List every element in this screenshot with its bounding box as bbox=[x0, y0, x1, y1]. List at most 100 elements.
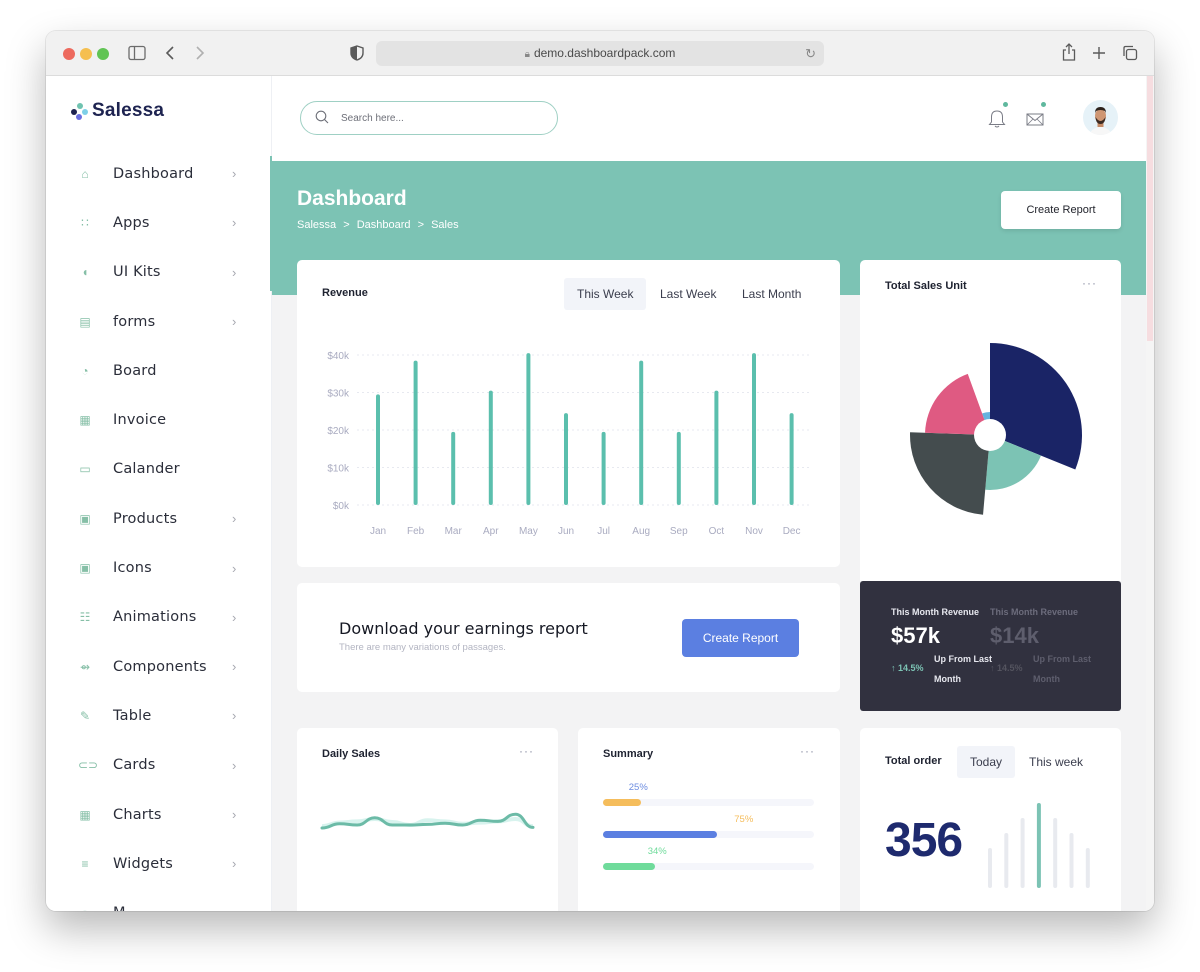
progress-label: 34% bbox=[647, 846, 667, 857]
bar-nov[interactable] bbox=[752, 353, 756, 505]
order-bar bbox=[1085, 848, 1090, 888]
bar-jul[interactable] bbox=[601, 431, 606, 505]
chevron-right-icon: › bbox=[232, 215, 237, 231]
total-sales-polar-chart bbox=[910, 343, 1082, 515]
share-icon[interactable] bbox=[1062, 43, 1076, 61]
total-order-card: Total order Today This week 356 bbox=[860, 728, 1121, 911]
x-tick-label: Mar bbox=[445, 526, 463, 537]
bar-sep[interactable] bbox=[676, 431, 681, 505]
y-tick-label: $30k bbox=[327, 389, 350, 400]
sidebar-item-label: Charts bbox=[113, 806, 162, 823]
forms-icon: ▤ bbox=[79, 314, 91, 329]
maximize-window-button[interactable] bbox=[97, 48, 109, 60]
more-options-icon[interactable]: ··· bbox=[800, 744, 815, 758]
brand-name: Salessa bbox=[92, 100, 165, 121]
create-report-button[interactable]: Create Report bbox=[1001, 191, 1121, 229]
scrollbar-thumb[interactable] bbox=[1147, 76, 1153, 341]
forward-icon[interactable] bbox=[194, 45, 206, 61]
close-window-button[interactable] bbox=[63, 48, 75, 60]
sidebar-item-cards[interactable]: ⊂⊃ Cards › bbox=[46, 741, 272, 790]
bar-oct[interactable] bbox=[714, 390, 719, 505]
tab-today[interactable]: Today bbox=[957, 746, 1016, 778]
privacy-shield-icon[interactable] bbox=[350, 45, 364, 61]
bar-mar[interactable] bbox=[451, 431, 456, 505]
sidebar-item-widgets[interactable]: ≡ Widgets › bbox=[46, 839, 272, 888]
sidebar-item-dashboard[interactable]: ⌂ Dashboard › bbox=[46, 149, 272, 198]
search-box[interactable] bbox=[300, 101, 558, 135]
progress-track bbox=[603, 799, 814, 806]
logo[interactable]: Salessa bbox=[70, 100, 164, 122]
tab-this-week[interactable]: This week bbox=[1016, 746, 1096, 778]
x-tick-label: Sep bbox=[670, 526, 688, 537]
x-tick-label: Jan bbox=[370, 526, 386, 537]
sidebar-item-charts[interactable]: ▦ Charts › bbox=[46, 790, 272, 839]
chevron-right-icon: › bbox=[232, 659, 237, 675]
bell-icon[interactable] bbox=[987, 109, 1007, 129]
x-tick-label: Oct bbox=[709, 526, 725, 537]
invoice-icon: ▦ bbox=[79, 413, 91, 428]
minimize-window-button[interactable] bbox=[80, 48, 92, 60]
sidebar-item-board[interactable]: ◔ Board bbox=[46, 346, 272, 395]
earnings-create-report-button[interactable]: Create Report bbox=[682, 619, 799, 657]
breadcrumb: Salessa > Dashboard > Sales bbox=[297, 219, 463, 231]
search-input[interactable] bbox=[341, 108, 541, 128]
sidebar-item-label: Animations bbox=[113, 609, 197, 626]
chevron-right-icon: › bbox=[232, 757, 237, 773]
bar-feb[interactable] bbox=[413, 360, 418, 505]
x-tick-label: Aug bbox=[632, 526, 650, 537]
sidebar-item-forms[interactable]: ▤ forms › bbox=[46, 297, 272, 346]
order-bar bbox=[1036, 803, 1041, 888]
progress-fill bbox=[603, 831, 717, 838]
charts-icon: ▦ bbox=[79, 807, 91, 822]
progress-track bbox=[603, 831, 814, 838]
y-tick-label: $0k bbox=[333, 501, 350, 512]
polar-center-hole bbox=[974, 419, 1006, 451]
sidebar-item-calander[interactable]: ▭ Calander bbox=[46, 445, 272, 494]
x-tick-label: Jun bbox=[558, 526, 574, 537]
new-tab-icon[interactable] bbox=[1092, 46, 1106, 60]
sidebar-item-ui-kits[interactable]: ◖ UI Kits › bbox=[46, 248, 272, 297]
order-bar bbox=[1020, 818, 1025, 888]
bar-jan[interactable] bbox=[376, 394, 380, 505]
bar-may[interactable] bbox=[526, 353, 531, 505]
user-photo-icon bbox=[1089, 107, 1112, 135]
bar-jun[interactable] bbox=[564, 413, 568, 505]
logo-mark-icon bbox=[70, 102, 88, 120]
address-bar[interactable]: 🔒︎ demo.dashboardpack.com ↻ bbox=[376, 41, 824, 66]
bar-apr[interactable] bbox=[488, 390, 493, 505]
home-icon: ⌂ bbox=[81, 166, 89, 181]
sidebar-item-invoice[interactable]: ▦ Invoice bbox=[46, 395, 272, 444]
sidebar-item-components[interactable]: ⇴ Components › bbox=[46, 642, 272, 691]
sidebar-item-products[interactable]: ▣ Products › bbox=[46, 494, 272, 543]
sidebar-item-label: Dashboard bbox=[113, 165, 194, 182]
bar-dec[interactable] bbox=[789, 413, 794, 505]
x-tick-label: Feb bbox=[407, 526, 425, 537]
user-avatar[interactable] bbox=[1083, 100, 1118, 135]
earnings-subtitle: There are many variations of passages. bbox=[339, 642, 506, 653]
revenue-card: Revenue This Week Last Week Last Month $… bbox=[297, 260, 840, 567]
sidebar-item-table[interactable]: ✎ Table › bbox=[46, 691, 272, 740]
back-icon[interactable] bbox=[164, 45, 176, 61]
sidebar: Salessa ⌂ Dashboard › ∷ Apps › ◖ UI Kits › ▤ forms… bbox=[46, 76, 272, 911]
animations-icon: ☷ bbox=[79, 610, 91, 625]
revenue-label-secondary: This Month Revenue bbox=[990, 607, 1079, 617]
sidebar-item-label: Calander bbox=[113, 461, 180, 478]
tab-overview-icon[interactable] bbox=[1122, 45, 1138, 61]
page-scrollbar[interactable] bbox=[1146, 76, 1154, 911]
sidebar-item-animations[interactable]: ☷ Animations › bbox=[46, 593, 272, 642]
sidebar-item-label: UI Kits bbox=[113, 264, 161, 281]
breadcrumb-item-dashboard[interactable]: Dashboard bbox=[357, 219, 411, 231]
chevron-right-icon: › bbox=[232, 906, 236, 911]
sidebar-item-m[interactable]: ◌ M › bbox=[46, 888, 272, 911]
revenue-change: ↑ 14.5% bbox=[891, 663, 924, 673]
sidebar-toggle-icon[interactable] bbox=[128, 45, 146, 61]
sidebar-item-apps[interactable]: ∷ Apps › bbox=[46, 198, 272, 247]
sidebar-item-icons[interactable]: ▣ Icons › bbox=[46, 543, 272, 592]
mail-icon[interactable] bbox=[1025, 109, 1045, 129]
bar-aug[interactable] bbox=[639, 360, 644, 505]
breadcrumb-item-salessa[interactable]: Salessa bbox=[297, 219, 336, 231]
sidebar-nav: ⌂ Dashboard › ∷ Apps › ◖ UI Kits › ▤ forms › ◔ Board ▦… bbox=[46, 149, 272, 911]
order-bar bbox=[1069, 833, 1074, 888]
reload-icon[interactable]: ↻ bbox=[805, 41, 816, 66]
x-tick-label: Jul bbox=[597, 526, 610, 537]
